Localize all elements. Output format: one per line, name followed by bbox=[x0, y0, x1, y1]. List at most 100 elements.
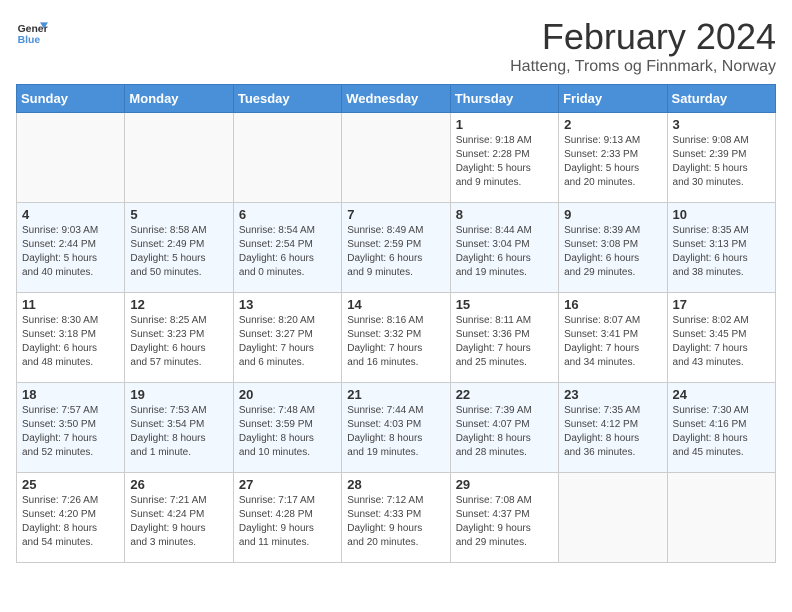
month-title: February 2024 bbox=[510, 16, 776, 58]
weekday-header: Friday bbox=[559, 85, 667, 113]
day-number: 6 bbox=[239, 207, 336, 222]
calendar-cell: 24 Sunrise: 7:30 AM Sunset: 4:16 PM Dayli… bbox=[667, 383, 775, 473]
logo-icon: General Blue bbox=[16, 16, 48, 48]
weekday-header: Sunday bbox=[17, 85, 125, 113]
day-info: Sunrise: 7:57 AM Sunset: 3:50 PM Dayligh… bbox=[22, 404, 119, 460]
day-number: 28 bbox=[347, 477, 444, 492]
day-number: 12 bbox=[130, 297, 227, 312]
day-info: Sunrise: 8:11 AM Sunset: 3:36 PM Dayligh… bbox=[456, 314, 553, 370]
day-info: Sunrise: 9:13 AM Sunset: 2:33 PM Dayligh… bbox=[564, 134, 661, 190]
day-info: Sunrise: 7:08 AM Sunset: 4:37 PM Dayligh… bbox=[456, 494, 553, 550]
day-number: 13 bbox=[239, 297, 336, 312]
calendar-week-row: 11 Sunrise: 8:30 AM Sunset: 3:18 PM Dayli… bbox=[17, 293, 776, 383]
day-info: Sunrise: 8:02 AM Sunset: 3:45 PM Dayligh… bbox=[673, 314, 770, 370]
calendar-cell bbox=[342, 113, 450, 203]
calendar-cell bbox=[17, 113, 125, 203]
day-number: 2 bbox=[564, 117, 661, 132]
calendar-cell: 27 Sunrise: 7:17 AM Sunset: 4:28 PM Dayli… bbox=[233, 473, 341, 563]
calendar-cell: 10 Sunrise: 8:35 AM Sunset: 3:13 PM Dayli… bbox=[667, 203, 775, 293]
svg-text:Blue: Blue bbox=[18, 35, 41, 46]
day-info: Sunrise: 8:35 AM Sunset: 3:13 PM Dayligh… bbox=[673, 224, 770, 280]
day-info: Sunrise: 7:44 AM Sunset: 4:03 PM Dayligh… bbox=[347, 404, 444, 460]
calendar-cell: 17Sunrise: 8:02 AM Sunset: 3:45 PM Dayli… bbox=[667, 293, 775, 383]
day-info: Sunrise: 7:21 AM Sunset: 4:24 PM Dayligh… bbox=[130, 494, 227, 550]
day-info: Sunrise: 7:39 AM Sunset: 4:07 PM Dayligh… bbox=[456, 404, 553, 460]
weekday-header: Saturday bbox=[667, 85, 775, 113]
calendar-cell: 7 Sunrise: 8:49 AM Sunset: 2:59 PM Daylig… bbox=[342, 203, 450, 293]
weekday-header: Wednesday bbox=[342, 85, 450, 113]
calendar-cell: 9Sunrise: 8:39 AM Sunset: 3:08 PM Daylig… bbox=[559, 203, 667, 293]
calendar-week-row: 1 Sunrise: 9:18 AM Sunset: 2:28 PM Daylig… bbox=[17, 113, 776, 203]
weekday-header: Tuesday bbox=[233, 85, 341, 113]
calendar-cell: 22 Sunrise: 7:39 AM Sunset: 4:07 PM Dayli… bbox=[450, 383, 558, 473]
calendar-cell: 12 Sunrise: 8:25 AM Sunset: 3:23 PM Dayli… bbox=[125, 293, 233, 383]
day-number: 4 bbox=[22, 207, 119, 222]
day-info: Sunrise: 7:48 AM Sunset: 3:59 PM Dayligh… bbox=[239, 404, 336, 460]
calendar-cell: 23Sunrise: 7:35 AM Sunset: 4:12 PM Dayli… bbox=[559, 383, 667, 473]
day-number: 16 bbox=[564, 297, 661, 312]
day-number: 7 bbox=[347, 207, 444, 222]
day-info: Sunrise: 8:49 AM Sunset: 2:59 PM Dayligh… bbox=[347, 224, 444, 280]
calendar-week-row: 4 Sunrise: 9:03 AM Sunset: 2:44 PM Daylig… bbox=[17, 203, 776, 293]
day-number: 29 bbox=[456, 477, 553, 492]
day-number: 25 bbox=[22, 477, 119, 492]
day-info: Sunrise: 9:08 AM Sunset: 2:39 PM Dayligh… bbox=[673, 134, 770, 190]
weekday-header: Monday bbox=[125, 85, 233, 113]
day-info: Sunrise: 8:16 AM Sunset: 3:32 PM Dayligh… bbox=[347, 314, 444, 370]
weekday-header: Thursday bbox=[450, 85, 558, 113]
calendar-cell: 15 Sunrise: 8:11 AM Sunset: 3:36 PM Dayli… bbox=[450, 293, 558, 383]
calendar-cell: 1 Sunrise: 9:18 AM Sunset: 2:28 PM Daylig… bbox=[450, 113, 558, 203]
calendar-cell: 6Sunrise: 8:54 AM Sunset: 2:54 PM Daylig… bbox=[233, 203, 341, 293]
day-info: Sunrise: 7:17 AM Sunset: 4:28 PM Dayligh… bbox=[239, 494, 336, 550]
calendar-cell: 8 Sunrise: 8:44 AM Sunset: 3:04 PM Daylig… bbox=[450, 203, 558, 293]
calendar-cell: 14 Sunrise: 8:16 AM Sunset: 3:32 PM Dayli… bbox=[342, 293, 450, 383]
day-info: Sunrise: 8:25 AM Sunset: 3:23 PM Dayligh… bbox=[130, 314, 227, 370]
calendar-cell: 25Sunrise: 7:26 AM Sunset: 4:20 PM Dayli… bbox=[17, 473, 125, 563]
day-number: 14 bbox=[347, 297, 444, 312]
day-number: 11 bbox=[22, 297, 119, 312]
day-number: 23 bbox=[564, 387, 661, 402]
calendar-week-row: 25Sunrise: 7:26 AM Sunset: 4:20 PM Dayli… bbox=[17, 473, 776, 563]
day-number: 19 bbox=[130, 387, 227, 402]
calendar-cell bbox=[233, 113, 341, 203]
day-number: 9 bbox=[564, 207, 661, 222]
day-info: Sunrise: 8:30 AM Sunset: 3:18 PM Dayligh… bbox=[22, 314, 119, 370]
title-block: February 2024 Hatteng, Troms og Finnmark… bbox=[510, 16, 776, 76]
calendar-cell: 28 Sunrise: 7:12 AM Sunset: 4:33 PM Dayli… bbox=[342, 473, 450, 563]
day-number: 10 bbox=[673, 207, 770, 222]
calendar-cell: 20 Sunrise: 7:48 AM Sunset: 3:59 PM Dayli… bbox=[233, 383, 341, 473]
calendar-cell: 3Sunrise: 9:08 AM Sunset: 2:39 PM Daylig… bbox=[667, 113, 775, 203]
day-info: Sunrise: 8:20 AM Sunset: 3:27 PM Dayligh… bbox=[239, 314, 336, 370]
day-info: Sunrise: 7:30 AM Sunset: 4:16 PM Dayligh… bbox=[673, 404, 770, 460]
day-number: 26 bbox=[130, 477, 227, 492]
day-number: 5 bbox=[130, 207, 227, 222]
day-info: Sunrise: 7:12 AM Sunset: 4:33 PM Dayligh… bbox=[347, 494, 444, 550]
day-number: 20 bbox=[239, 387, 336, 402]
day-info: Sunrise: 9:03 AM Sunset: 2:44 PM Dayligh… bbox=[22, 224, 119, 280]
calendar-cell: 26 Sunrise: 7:21 AM Sunset: 4:24 PM Dayli… bbox=[125, 473, 233, 563]
weekday-header-row: SundayMondayTuesdayWednesdayThursdayFrid… bbox=[17, 85, 776, 113]
calendar-cell bbox=[559, 473, 667, 563]
day-number: 1 bbox=[456, 117, 553, 132]
calendar-cell: 18 Sunrise: 7:57 AM Sunset: 3:50 PM Dayli… bbox=[17, 383, 125, 473]
day-number: 18 bbox=[22, 387, 119, 402]
day-info: Sunrise: 7:53 AM Sunset: 3:54 PM Dayligh… bbox=[130, 404, 227, 460]
day-number: 22 bbox=[456, 387, 553, 402]
day-info: Sunrise: 8:07 AM Sunset: 3:41 PM Dayligh… bbox=[564, 314, 661, 370]
day-number: 24 bbox=[673, 387, 770, 402]
calendar-cell: 13 Sunrise: 8:20 AM Sunset: 3:27 PM Dayli… bbox=[233, 293, 341, 383]
calendar-cell: 19 Sunrise: 7:53 AM Sunset: 3:54 PM Dayli… bbox=[125, 383, 233, 473]
logo: General Blue bbox=[16, 16, 48, 48]
day-info: Sunrise: 8:44 AM Sunset: 3:04 PM Dayligh… bbox=[456, 224, 553, 280]
day-info: Sunrise: 8:58 AM Sunset: 2:49 PM Dayligh… bbox=[130, 224, 227, 280]
calendar-cell: 11 Sunrise: 8:30 AM Sunset: 3:18 PM Dayli… bbox=[17, 293, 125, 383]
calendar-table: SundayMondayTuesdayWednesdayThursdayFrid… bbox=[16, 84, 776, 563]
day-number: 8 bbox=[456, 207, 553, 222]
day-number: 27 bbox=[239, 477, 336, 492]
day-info: Sunrise: 9:18 AM Sunset: 2:28 PM Dayligh… bbox=[456, 134, 553, 190]
location-subtitle: Hatteng, Troms og Finnmark, Norway bbox=[510, 58, 776, 76]
calendar-cell: 16 Sunrise: 8:07 AM Sunset: 3:41 PM Dayli… bbox=[559, 293, 667, 383]
day-number: 21 bbox=[347, 387, 444, 402]
day-number: 15 bbox=[456, 297, 553, 312]
calendar-cell bbox=[125, 113, 233, 203]
